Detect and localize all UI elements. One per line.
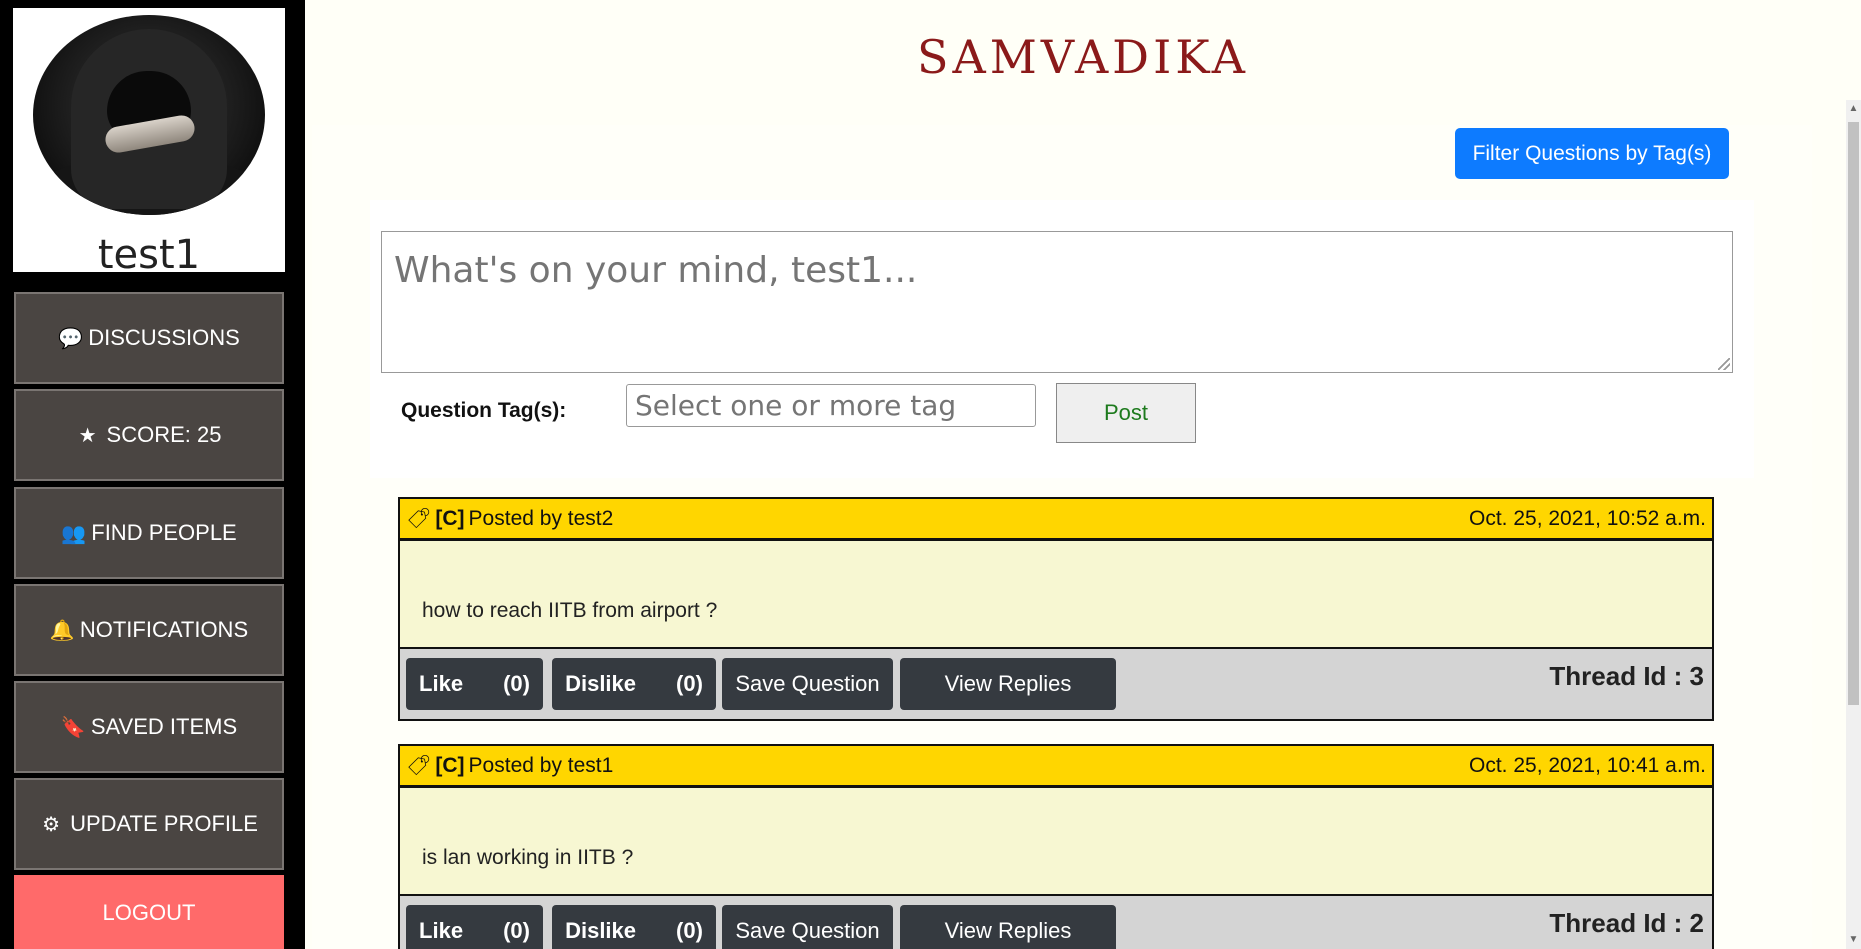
bookmark-icon: 🔖 — [60, 716, 86, 739]
thread-header: 🏷 [C] Posted by test1 Oct. 25, 2021, 10:… — [400, 746, 1712, 788]
like-count: (0) — [503, 671, 530, 696]
nav-label: SCORE: 25 — [106, 422, 222, 447]
nav-label: DISCUSSIONS — [88, 325, 240, 350]
thread-id: Thread Id : 3 — [1549, 661, 1704, 691]
nav-label: SAVED ITEMS — [90, 714, 238, 739]
profile-card: test1 — [13, 8, 285, 278]
thread-author: Posted by test2 — [468, 506, 614, 530]
like-button[interactable]: Like (0) — [406, 905, 543, 949]
nav-update-profile[interactable]: ⚙ UPDATE PROFILE — [14, 778, 284, 870]
site-title: SAMVADIKA — [917, 30, 1249, 84]
gear-icon: ⚙ — [42, 813, 61, 836]
dislike-button[interactable]: Dislike (0) — [552, 905, 716, 949]
nav-discussions[interactable]: 💬 DISCUSSIONS — [14, 292, 284, 384]
thread-author: Posted by test1 — [468, 753, 614, 777]
scroll-up-arrow-icon[interactable]: ▲ — [1846, 100, 1861, 118]
like-button[interactable]: Like (0) — [406, 658, 543, 710]
question-input[interactable] — [381, 231, 1733, 373]
thread-card: 🏷 [C] Posted by test1 Oct. 25, 2021, 10:… — [398, 744, 1714, 949]
nav-find-people[interactable]: 👥 FIND PEOPLE — [14, 487, 284, 579]
save-question-button[interactable]: Save Question — [722, 658, 893, 710]
filter-by-tags-button[interactable]: Filter Questions by Tag(s) — [1455, 128, 1729, 179]
nav-score[interactable]: ★ SCORE: 25 — [14, 389, 284, 481]
nav-label: UPDATE PROFILE — [70, 811, 258, 836]
question-text: is lan working in IITB ? — [422, 846, 634, 869]
dislike-label: Dislike — [565, 671, 637, 696]
nav-saved-items[interactable]: 🔖 SAVED ITEMS — [14, 681, 284, 773]
view-replies-button[interactable]: View Replies — [900, 658, 1116, 710]
like-count: (0) — [503, 918, 530, 943]
thread-actions: Like (0) Dislike (0) Save Question View … — [400, 649, 1712, 719]
like-label: Like — [419, 671, 464, 696]
tags-select[interactable] — [626, 384, 1036, 427]
tag-icon: 🏷 — [406, 508, 432, 530]
star-icon: ★ — [78, 424, 97, 447]
nav-notifications[interactable]: 🔔 NOTIFICATIONS — [14, 584, 284, 676]
scroll-down-arrow-icon[interactable]: ▼ — [1846, 931, 1861, 949]
resize-grip-icon[interactable] — [1718, 358, 1730, 370]
thread-tag: [C] — [435, 506, 465, 530]
bell-icon: 🔔 — [49, 619, 75, 642]
users-icon: 👥 — [61, 522, 87, 545]
thread-header: 🏷 [C] Posted by test2 Oct. 25, 2021, 10:… — [400, 499, 1712, 541]
thread-id: Thread Id : 2 — [1549, 908, 1704, 938]
nav-label: NOTIFICATIONS — [79, 617, 249, 642]
username: test1 — [97, 232, 201, 278]
thread-date: Oct. 25, 2021, 10:52 a.m. — [1469, 506, 1706, 530]
nav-label: LOGOUT — [102, 900, 196, 925]
dislike-count: (0) — [676, 671, 703, 696]
logout-button[interactable]: LOGOUT — [14, 875, 284, 949]
like-label: Like — [419, 918, 464, 943]
thread-card: 🏷 [C] Posted by test2 Oct. 25, 2021, 10:… — [398, 497, 1714, 721]
dislike-label: Dislike — [565, 918, 637, 943]
tag-icon: 🏷 — [406, 755, 432, 777]
scroll-thumb[interactable] — [1848, 122, 1859, 705]
scrollbar[interactable]: ▲ ▼ — [1846, 100, 1861, 949]
thread-actions: Like (0) Dislike (0) Save Question View … — [400, 896, 1712, 949]
dislike-button[interactable]: Dislike (0) — [552, 658, 716, 710]
nav-label: FIND PEOPLE — [91, 520, 237, 545]
comment-icon: 💬 — [58, 327, 84, 350]
save-question-button[interactable]: Save Question — [722, 905, 893, 949]
thread-tag: [C] — [435, 753, 465, 777]
question-text: how to reach IITB from airport ? — [422, 599, 718, 622]
thread-date: Oct. 25, 2021, 10:41 a.m. — [1469, 753, 1706, 777]
tags-label: Question Tag(s): — [401, 399, 567, 422]
dislike-count: (0) — [676, 918, 703, 943]
thread-question: is lan working in IITB ? — [400, 788, 1712, 896]
thread-question: how to reach IITB from airport ? — [400, 541, 1712, 649]
avatar — [33, 15, 265, 215]
view-replies-button[interactable]: View Replies — [900, 905, 1116, 949]
post-button[interactable]: Post — [1056, 383, 1196, 443]
sidebar: test1 💬 DISCUSSIONS ★ SCORE: 25 👥 FIND P… — [0, 0, 305, 949]
